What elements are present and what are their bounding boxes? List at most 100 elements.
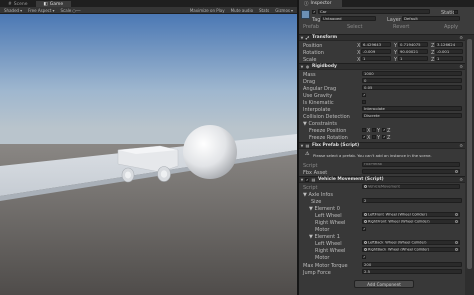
rigidbody-icon: ◍ xyxy=(305,64,310,69)
vehicle-enabled-checkbox[interactable]: ✓ xyxy=(305,177,309,182)
fbx-script-field: FbxPrefab xyxy=(362,162,460,167)
freeze-pos-x-checkbox[interactable] xyxy=(362,128,366,132)
scene-icon: # xyxy=(8,1,12,7)
element-0-left-wheel-label: Left Wheel xyxy=(315,213,342,219)
element-0-right-wheel-field[interactable]: RightFront_Wheel (Wheel Collider) xyxy=(362,219,460,224)
use-gravity-checkbox[interactable]: ✓ xyxy=(362,93,366,97)
element-1-left-wheel-label: Left Wheel xyxy=(315,241,342,247)
scene-tab-bar: # Scene ◧ Game xyxy=(0,0,297,7)
element-0-motor-checkbox[interactable]: ✓ xyxy=(362,227,366,231)
fbx-asset-field[interactable] xyxy=(362,169,460,174)
inspector-scrollbar[interactable] xyxy=(465,35,474,295)
sky xyxy=(0,14,297,154)
collision-detection-label: Collision Detection xyxy=(303,114,350,120)
position-z-field[interactable]: 3.126624 xyxy=(435,42,463,47)
angular-drag-field[interactable]: 0.05 xyxy=(362,85,462,90)
vehicle-movement-header[interactable]: ▼ ✓ ▤ Vehicle Movement (Script) ⚙ xyxy=(299,176,465,183)
gear-icon[interactable]: ⚙ xyxy=(459,64,463,69)
freeze-pos-z-checkbox[interactable]: ✓ xyxy=(382,128,386,132)
position-y-field[interactable]: 0.7194075 xyxy=(398,42,428,47)
freeze-pos-y-checkbox[interactable] xyxy=(372,128,376,132)
element-0-foldout[interactable]: ▼ Element 0 xyxy=(309,206,340,212)
freeze-rot-y-checkbox[interactable] xyxy=(372,135,376,139)
fbx-prefab-header[interactable]: ▼ ▤ Fbx Prefab (Script) ⚙ xyxy=(299,142,465,149)
prefab-select-button[interactable]: Select xyxy=(347,24,362,30)
element-1-right-wheel-label: Right Wheel xyxy=(315,248,346,254)
prefab-warning-message: Please select a prefab. You can't add an… xyxy=(313,153,432,158)
size-label: Size xyxy=(311,199,322,205)
jump-force-label: Jump Force xyxy=(303,270,331,276)
gear-icon[interactable]: ⚙ xyxy=(459,143,463,148)
layer-dropdown[interactable]: Default xyxy=(402,16,460,21)
constraints-foldout[interactable]: ▼ Constraints xyxy=(303,121,337,127)
object-name-field[interactable]: Car xyxy=(318,9,430,14)
mass-field[interactable]: 1000 xyxy=(362,71,462,76)
rotation-x-field[interactable]: -0.009 xyxy=(361,49,391,54)
prefab-label: Prefab xyxy=(303,24,319,30)
element-1-right-wheel-field[interactable]: RightBack_Wheel (Wheel Collider) xyxy=(362,247,460,252)
max-motor-torque-field[interactable]: 200 xyxy=(362,262,462,267)
scale-y-field[interactable]: 1 xyxy=(398,56,428,61)
aspect-dropdown[interactable]: Free Aspect ▾ xyxy=(28,8,54,13)
layer-label: Layer xyxy=(387,17,401,23)
gizmos-dropdown[interactable]: Gizmos ▾ xyxy=(275,8,293,13)
scrollbar-thumb[interactable] xyxy=(467,39,472,269)
rotation-z-field[interactable]: -0.001 xyxy=(435,49,463,54)
static-checkbox[interactable] xyxy=(454,10,458,14)
active-checkbox[interactable]: ✓ xyxy=(312,10,316,14)
mute-audio-toggle[interactable]: Mute audio xyxy=(231,8,253,13)
collision-detection-dropdown[interactable]: Discrete xyxy=(362,113,462,118)
inspector-tab-bar: ⓘ Inspector xyxy=(299,0,474,7)
position-label: Position xyxy=(303,43,323,49)
warning-icon: ⚠ xyxy=(305,151,310,157)
size-field[interactable]: 2 xyxy=(362,198,462,203)
mass-label: Mass xyxy=(303,72,316,78)
prefab-revert-button[interactable]: Revert xyxy=(393,24,409,30)
display-dropdown[interactable]: Shaded ▾ xyxy=(4,8,22,13)
transform-header[interactable]: ▼ ⤢ Transform ⚙ xyxy=(299,34,465,41)
element-1-foldout[interactable]: ▼ Element 1 xyxy=(309,234,340,240)
rigidbody-header[interactable]: ▼ ◍ Rigidbody ⚙ xyxy=(299,63,465,70)
scale-slider[interactable]: Scale ○── xyxy=(60,8,80,13)
axle-infos-foldout[interactable]: ▼ Axle Infos xyxy=(303,192,333,198)
drag-field[interactable]: 0 xyxy=(362,78,462,83)
use-gravity-label: Use Gravity xyxy=(303,93,333,99)
is-kinematic-checkbox[interactable] xyxy=(362,100,366,104)
gameobject-header: ✓ Car Static Tag Untagged Layer Default … xyxy=(299,7,474,35)
info-icon: ⓘ xyxy=(304,1,309,7)
freeze-rot-x-checkbox[interactable]: ✓ xyxy=(362,135,366,139)
vehicle-script-field: VehicleMovement xyxy=(362,184,460,189)
game-viewport[interactable] xyxy=(0,14,297,295)
rotation-y-field[interactable]: 90.00021 xyxy=(398,49,428,54)
object-picker-icon xyxy=(455,170,458,173)
tab-inspector[interactable]: ⓘ Inspector xyxy=(299,0,342,7)
inspector-panel: ⓘ Inspector ✓ Car Static Tag Untagged La… xyxy=(299,0,474,295)
scale-z-field[interactable]: 1 xyxy=(435,56,463,61)
position-x-field[interactable]: 6.429643 xyxy=(361,42,391,47)
freeze-position-label: Freeze Position xyxy=(309,128,347,134)
maximize-on-play-toggle[interactable]: Maximize on Play xyxy=(190,8,225,13)
sphere-model xyxy=(183,125,237,179)
interpolate-dropdown[interactable]: Interpolate xyxy=(362,106,462,111)
element-1-motor-label: Motor xyxy=(315,255,330,261)
freeze-rotation-label: Freeze Rotation xyxy=(309,135,348,141)
jump-force-field[interactable]: 2.5 xyxy=(362,269,462,274)
element-0-motor-label: Motor xyxy=(315,227,330,233)
game-toolbar: Shaded ▾ Free Aspect ▾ Scale ○── Maximiz… xyxy=(0,7,297,14)
gear-icon[interactable]: ⚙ xyxy=(459,35,463,40)
element-1-motor-checkbox[interactable]: ✓ xyxy=(362,255,366,259)
interpolate-label: Interpolate xyxy=(303,107,331,113)
freeze-rot-z-checkbox[interactable]: ✓ xyxy=(382,135,386,139)
add-component-button[interactable]: Add Component xyxy=(354,280,414,288)
element-0-right-wheel-label: Right Wheel xyxy=(315,220,346,226)
scale-x-field[interactable]: 1 xyxy=(361,56,391,61)
angular-drag-label: Angular Drag xyxy=(303,86,337,92)
element-0-left-wheel-field[interactable]: LeftFront_Wheel (Wheel Collider) xyxy=(362,212,460,217)
prefab-apply-button[interactable]: Apply xyxy=(444,24,458,30)
tag-dropdown[interactable]: Untagged xyxy=(321,16,376,21)
stats-toggle[interactable]: Stats xyxy=(259,8,269,13)
transform-icon: ⤢ xyxy=(305,35,310,40)
gear-icon[interactable]: ⚙ xyxy=(459,177,463,182)
max-motor-torque-label: Max Motor Torque xyxy=(303,263,348,269)
element-1-left-wheel-field[interactable]: LeftBack_Wheel (Wheel Collider) xyxy=(362,240,460,245)
